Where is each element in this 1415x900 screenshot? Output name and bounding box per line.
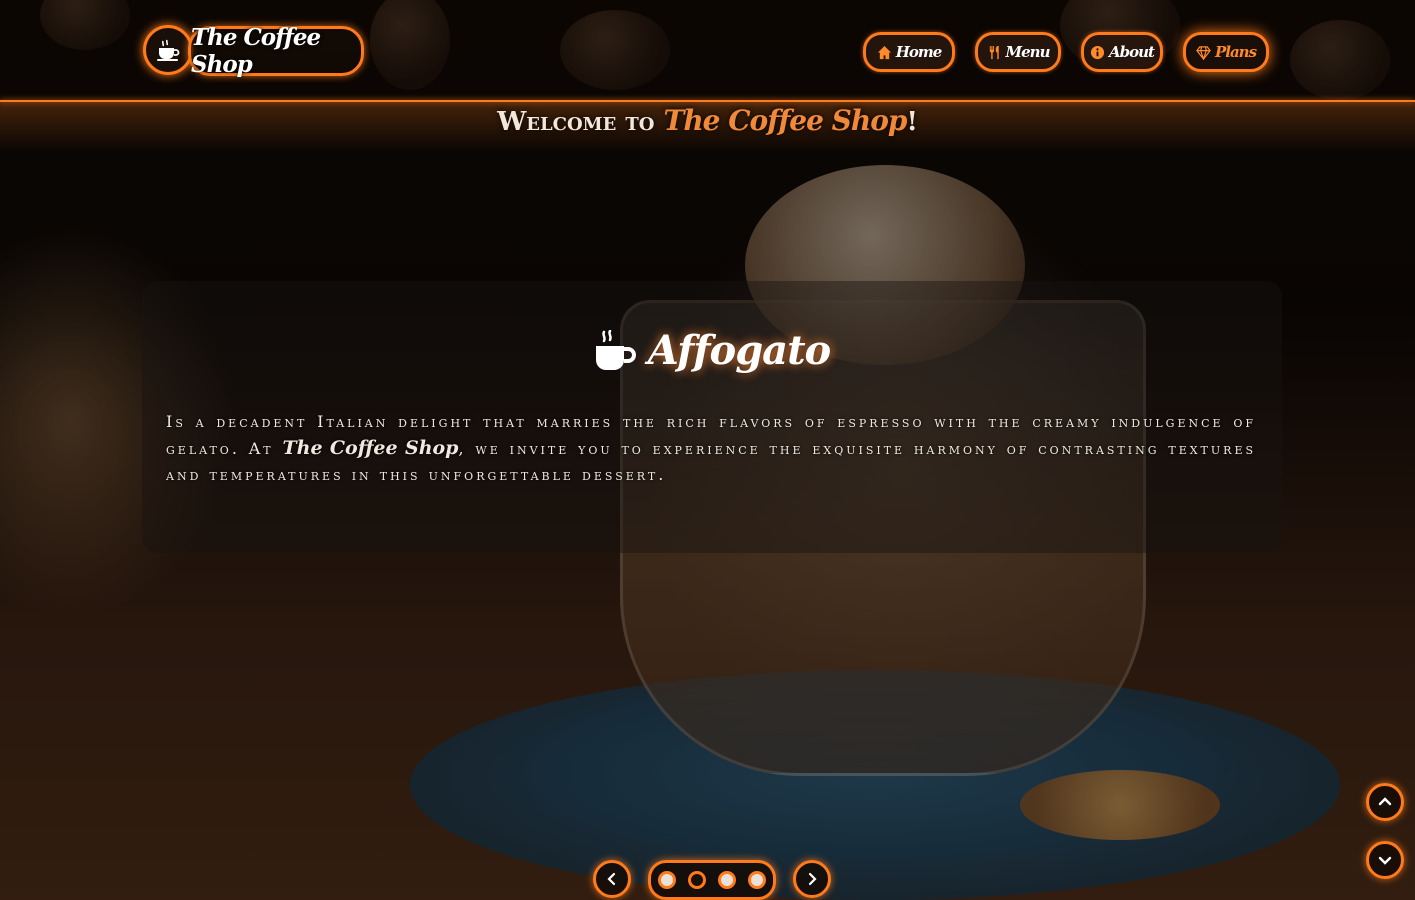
info-icon xyxy=(1090,45,1105,59)
nav-plans[interactable]: Plans xyxy=(1183,32,1269,72)
nav-plans-label: Plans xyxy=(1214,43,1257,61)
nav-menu[interactable]: Menu xyxy=(975,32,1061,72)
slide-indicators xyxy=(648,860,776,900)
home-icon xyxy=(877,45,891,59)
slide-description: Is a decadent Italian delight that marri… xyxy=(166,412,1257,484)
logo-button[interactable] xyxy=(143,25,193,75)
chevron-down-icon xyxy=(1378,856,1392,865)
nav-home-label: Home xyxy=(895,43,943,61)
slide-indicator-dot[interactable] xyxy=(688,871,706,889)
slide-heading: Affogato xyxy=(142,327,1282,374)
scroll-down-button[interactable] xyxy=(1366,841,1404,879)
site-header: The Coffee Shop Home Menu About Plans xyxy=(0,0,1415,100)
nav-menu-label: Menu xyxy=(1005,43,1051,61)
logo-text: The Coffee Shop xyxy=(191,24,321,78)
nav-about-label: About xyxy=(1109,43,1155,61)
utensils-icon xyxy=(989,45,999,59)
chevron-right-icon xyxy=(808,872,817,886)
nav-home[interactable]: Home xyxy=(863,32,955,72)
slide-indicator-dot[interactable] xyxy=(718,871,736,889)
prev-slide-button[interactable] xyxy=(593,860,631,898)
gem-icon xyxy=(1196,45,1211,60)
logo[interactable]: The Coffee Shop xyxy=(188,24,364,78)
next-slide-button[interactable] xyxy=(793,860,831,898)
slide-brand: The Coffee Shop xyxy=(282,437,459,459)
chevron-left-icon xyxy=(607,872,616,886)
scroll-up-button[interactable] xyxy=(1366,783,1404,821)
slide-indicator-dot[interactable] xyxy=(748,871,766,889)
nav-about[interactable]: About xyxy=(1081,32,1163,72)
mug-hot-icon xyxy=(595,329,636,370)
coffee-cup-icon xyxy=(157,39,180,61)
chevron-up-icon xyxy=(1378,797,1392,806)
slide-title: Affogato xyxy=(647,327,831,374)
welcome-brand: The Coffee Shop xyxy=(663,104,907,137)
slide-indicator-dot[interactable] xyxy=(658,871,676,889)
slide-card: Affogato Is a decadent Italian delight t… xyxy=(142,281,1282,553)
welcome-heading: Welcome to The Coffee Shop! xyxy=(497,104,918,137)
